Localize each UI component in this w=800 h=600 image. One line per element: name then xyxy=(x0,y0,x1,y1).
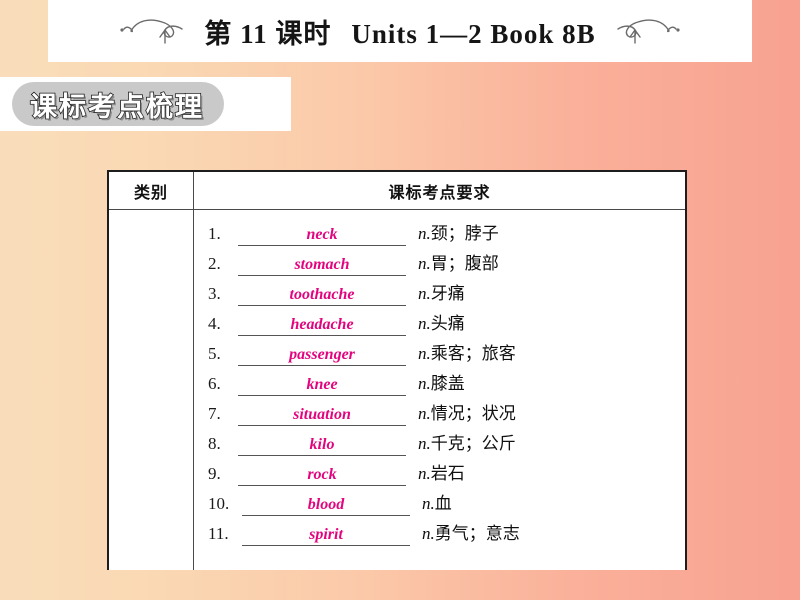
part-of-speech: n. xyxy=(422,524,435,543)
row-number: 9. xyxy=(208,464,221,483)
definition-chinese: 胃；腹部 xyxy=(430,254,499,273)
answer-word: blood xyxy=(307,496,345,513)
section-badge: 课标考点梳理 xyxy=(12,82,224,126)
answer-word: situation xyxy=(293,406,351,423)
table-header-requirement: 课标考点要求 xyxy=(388,182,491,202)
answer-word: knee xyxy=(306,376,338,393)
table-body: 1. neck n.颈；脖子 2. stomach n.胃；腹部 3. toothache n.… xyxy=(109,210,685,570)
row-number: 11. xyxy=(208,524,229,543)
part-of-speech: n. xyxy=(418,344,431,363)
answer-word: spirit xyxy=(309,526,343,543)
answer-word: neck xyxy=(306,226,338,243)
answer-blank[interactable]: neck xyxy=(238,226,406,246)
definition-chinese: 头痛 xyxy=(430,314,465,333)
table-cell-requirement: 1. neck n.颈；脖子 2. stomach n.胃；腹部 3. toothache n.… xyxy=(194,210,685,570)
vocabulary-table: 类别 课标考点要求 1. neck n.颈；脖子 2. stomach n.胃；腹部 3. t… xyxy=(107,170,687,570)
definition-chinese: 血 xyxy=(434,494,452,513)
answer-blank[interactable]: situation xyxy=(238,406,406,426)
page-title: 第 11 课时 Units 1—2 Book 8B xyxy=(204,12,595,51)
flourish-swirl-icon xyxy=(120,12,190,51)
header-banner: 第 11 课时 Units 1—2 Book 8B xyxy=(48,0,752,62)
table-header-row: 类别 课标考点要求 xyxy=(109,172,685,210)
part-of-speech: n. xyxy=(418,224,431,243)
vocabulary-row: 10. blood n.血 xyxy=(208,486,685,516)
row-number: 10. xyxy=(208,494,230,513)
definition-text: n.血 xyxy=(410,489,452,516)
vocabulary-row: 8. kilo n.千克；公斤 xyxy=(208,426,685,456)
flourish-swirl-icon xyxy=(610,12,680,51)
vocabulary-row: 5. passenger n.乘客；旅客 xyxy=(208,336,685,366)
row-number: 2. xyxy=(208,254,221,273)
definition-text: n.千克；公斤 xyxy=(406,429,516,456)
definition-text: n.勇气；意志 xyxy=(410,519,520,546)
vocabulary-row: 3. toothache n.牙痛 xyxy=(208,276,685,306)
definition-text: n.牙痛 xyxy=(406,279,465,306)
definition-chinese: 情况；状况 xyxy=(430,404,516,423)
table-cell-category xyxy=(109,210,194,570)
answer-word: stomach xyxy=(294,256,350,273)
part-of-speech: n. xyxy=(418,374,431,393)
row-number: 7. xyxy=(208,404,221,423)
answer-blank[interactable]: toothache xyxy=(238,286,406,306)
definition-chinese: 膝盖 xyxy=(430,374,465,393)
definition-text: n.颈；脖子 xyxy=(406,219,499,246)
definition-chinese: 岩石 xyxy=(430,464,465,483)
answer-word: kilo xyxy=(309,436,335,453)
part-of-speech: n. xyxy=(422,494,435,513)
answer-word: toothache xyxy=(289,286,355,303)
part-of-speech: n. xyxy=(418,404,431,423)
answer-blank[interactable]: knee xyxy=(238,376,406,396)
definition-text: n.乘客；旅客 xyxy=(406,339,516,366)
definition-chinese: 勇气；意志 xyxy=(434,524,520,543)
definition-text: n.岩石 xyxy=(406,459,465,486)
definition-text: n.情况；状况 xyxy=(406,399,516,426)
answer-word: rock xyxy=(307,466,337,483)
definition-chinese: 乘客；旅客 xyxy=(430,344,516,363)
vocabulary-row: 11. spirit n.勇气；意志 xyxy=(208,516,685,546)
definition-chinese: 颈；脖子 xyxy=(430,224,499,243)
row-number: 4. xyxy=(208,314,221,333)
header-inner: 第 11 课时 Units 1—2 Book 8B xyxy=(120,12,680,51)
vocabulary-row: 4. headache n.头痛 xyxy=(208,306,685,336)
definition-text: n.头痛 xyxy=(406,309,465,336)
answer-blank[interactable]: headache xyxy=(238,316,406,336)
answer-word: passenger xyxy=(289,346,355,363)
row-number: 3. xyxy=(208,284,221,303)
row-number: 6. xyxy=(208,374,221,393)
definition-text: n.膝盖 xyxy=(406,369,465,396)
answer-word: headache xyxy=(290,316,354,333)
answer-blank[interactable]: rock xyxy=(238,466,406,486)
answer-blank[interactable]: spirit xyxy=(242,526,410,546)
part-of-speech: n. xyxy=(418,464,431,483)
row-number: 1. xyxy=(208,224,221,243)
part-of-speech: n. xyxy=(418,434,431,453)
answer-blank[interactable]: kilo xyxy=(238,436,406,456)
vocabulary-row: 2. stomach n.胃；腹部 xyxy=(208,246,685,276)
vocabulary-row: 1. neck n.颈；脖子 xyxy=(208,216,685,246)
part-of-speech: n. xyxy=(418,284,431,303)
answer-blank[interactable]: passenger xyxy=(238,346,406,366)
vocabulary-row: 7. situation n.情况；状况 xyxy=(208,396,685,426)
vocabulary-row: 9. rock n.岩石 xyxy=(208,456,685,486)
row-number: 8. xyxy=(208,434,221,453)
table-header-category: 类别 xyxy=(109,172,194,209)
answer-blank[interactable]: stomach xyxy=(238,256,406,276)
lesson-title: 第 11 课时 xyxy=(204,18,332,49)
answer-blank[interactable]: blood xyxy=(242,496,410,516)
unit-title: Units 1—2 Book 8B xyxy=(351,18,596,49)
definition-chinese: 千克；公斤 xyxy=(430,434,516,453)
section-badge-label: 课标考点梳理 xyxy=(29,91,204,124)
part-of-speech: n. xyxy=(418,254,431,273)
part-of-speech: n. xyxy=(418,314,431,333)
definition-chinese: 牙痛 xyxy=(430,284,465,303)
vocabulary-row: 6. knee n.膝盖 xyxy=(208,366,685,396)
definition-text: n.胃；腹部 xyxy=(406,249,499,276)
row-number: 5. xyxy=(208,344,221,363)
